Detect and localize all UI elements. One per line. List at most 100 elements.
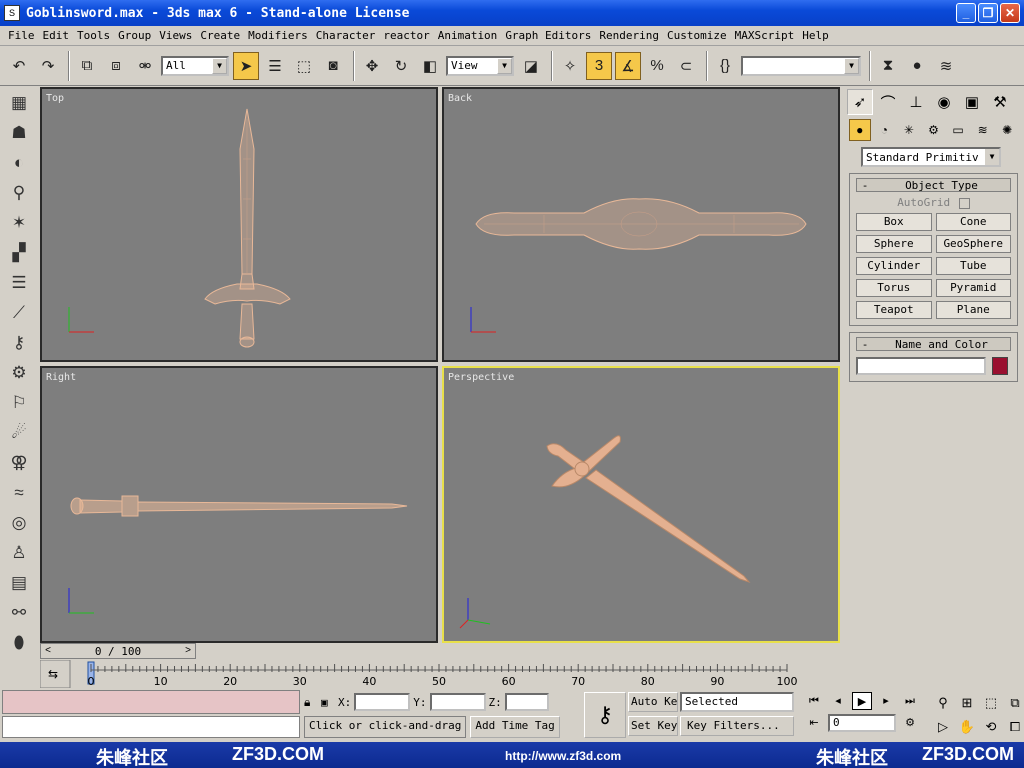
menu-character[interactable]: Character xyxy=(312,29,380,42)
mirror-icon[interactable]: ⧗ xyxy=(875,52,901,80)
sphere-button[interactable]: Sphere xyxy=(856,235,932,253)
menu-modifiers[interactable]: Modifiers xyxy=(244,29,312,42)
lights-sub-icon[interactable]: ✳ xyxy=(898,119,920,141)
percent-snap-icon[interactable]: % xyxy=(644,52,670,80)
geosphere-button[interactable]: GeoSphere xyxy=(935,235,1011,253)
x-coord-field[interactable] xyxy=(354,693,411,711)
chevron-left-icon[interactable]: < xyxy=(41,644,55,658)
checker-icon[interactable]: ▞ xyxy=(4,239,34,267)
select-object-icon[interactable]: ➤ xyxy=(233,51,259,80)
go-to-start-icon[interactable]: ⏮ xyxy=(804,692,824,710)
boot-icon[interactable]: ⬮ xyxy=(4,629,34,657)
menu-animation[interactable]: Animation xyxy=(434,29,502,42)
viewport-back[interactable]: Back xyxy=(442,87,840,362)
autogrid-checkbox[interactable]: AutoGrid xyxy=(856,196,1011,209)
key-mode-toggle-icon[interactable]: ⇤ xyxy=(804,714,824,732)
biped-icon[interactable]: ⚢ xyxy=(4,449,34,477)
box-button[interactable]: Box xyxy=(856,213,932,231)
key-filters-button[interactable]: Key Filters... xyxy=(680,716,794,736)
set-key-button[interactable]: Set Key xyxy=(628,716,678,736)
menu-group[interactable]: Group xyxy=(114,29,155,42)
select-link-icon[interactable]: ⧉ xyxy=(74,52,100,80)
systems-icon[interactable]: ✺ xyxy=(996,119,1018,141)
helpers-icon[interactable]: ▭ xyxy=(947,119,969,141)
utilities-tab-icon[interactable]: ⚒ xyxy=(987,89,1013,115)
align-icon[interactable]: ● xyxy=(904,52,930,80)
snap-toggle-icon[interactable]: 3 xyxy=(586,51,612,80)
maximize-viewport-icon[interactable]: ⧠ xyxy=(1004,716,1024,738)
named-selection-dropdown[interactable]: ▼ xyxy=(741,55,861,76)
character-icon[interactable]: ♙ xyxy=(4,539,34,567)
modify-tab-icon[interactable]: ⌒ xyxy=(875,89,901,115)
zoom-icon[interactable]: ⚲ xyxy=(932,692,954,714)
menu-tools[interactable]: Tools xyxy=(73,29,114,42)
menu-reactor[interactable]: reactor xyxy=(379,29,433,42)
add-time-tag-button[interactable]: Add Time Tag xyxy=(470,716,560,738)
weather-vane-icon[interactable]: ⚐ xyxy=(4,389,34,417)
field-of-view-icon[interactable]: ▷ xyxy=(932,716,954,738)
menu-create[interactable]: Create xyxy=(196,29,244,42)
teapot-button[interactable]: Teapot xyxy=(856,301,932,319)
motion-tab-icon[interactable]: ◉ xyxy=(931,89,957,115)
lock-icon[interactable]: 🔒︎ xyxy=(304,695,318,710)
pyramid-button[interactable]: Pyramid xyxy=(935,279,1011,297)
plane-button[interactable]: Plane xyxy=(935,301,1011,319)
edit-named-selection-icon[interactable]: {} xyxy=(712,52,738,80)
create-tab-icon[interactable]: ➶ xyxy=(847,89,873,115)
geometry-icon[interactable]: ● xyxy=(849,119,871,141)
arc-rotate-icon[interactable]: ⟲ xyxy=(980,716,1002,738)
spring-icon[interactable]: ⚯ xyxy=(4,599,34,627)
restore-button[interactable]: ❐ xyxy=(978,3,998,23)
rotate-icon[interactable]: ↻ xyxy=(388,52,414,80)
menu-maxscript[interactable]: MAXScript xyxy=(731,29,799,42)
viewport-perspective-label[interactable]: Perspective xyxy=(448,372,514,383)
cylinder-button[interactable]: Cylinder xyxy=(856,257,932,275)
object-color-swatch[interactable] xyxy=(992,357,1008,375)
key-mode-dropdown[interactable]: Selected xyxy=(680,692,794,712)
hierarchy-tab-icon[interactable]: ⊥ xyxy=(903,89,929,115)
menu-rendering[interactable]: Rendering xyxy=(595,29,663,42)
layer-manager-icon[interactable]: ≋ xyxy=(933,52,959,80)
track-bar[interactable]: ⇆ 0 10 20 30 40 50 60 70 80 90 100 xyxy=(39,659,840,689)
select-by-name-icon[interactable]: ☰ xyxy=(262,52,288,80)
viewport-right-label[interactable]: Right xyxy=(46,372,76,383)
spinner-snap-icon[interactable]: ⊂ xyxy=(673,52,699,80)
tube-button[interactable]: Tube xyxy=(935,257,1011,275)
rect-region-icon[interactable]: ⬚ xyxy=(291,52,317,80)
selection-filter-dropdown[interactable]: All ▼ xyxy=(161,55,229,76)
reference-coord-dropdown[interactable]: View ▼ xyxy=(446,55,514,76)
next-frame-icon[interactable]: ▸ xyxy=(876,692,896,710)
app-icon[interactable]: S xyxy=(4,5,20,21)
autogrid-box[interactable] xyxy=(958,197,970,209)
undo-icon[interactable]: ↶ xyxy=(6,52,32,80)
wave-icon[interactable]: ≈ xyxy=(4,479,34,507)
viewport-perspective[interactable]: Perspective xyxy=(442,366,840,643)
chevron-right-icon[interactable]: > xyxy=(181,644,195,658)
listener-output[interactable] xyxy=(2,690,300,714)
angle-snap-icon[interactable]: ∡ xyxy=(615,51,641,80)
time-config-icon[interactable]: ⚙ xyxy=(900,714,920,732)
minimize-button[interactable]: _ xyxy=(956,3,976,23)
time-slider[interactable]: < 0 / 100 > xyxy=(40,643,196,659)
display-tab-icon[interactable]: ▣ xyxy=(959,89,985,115)
manipulate-icon[interactable]: ✧ xyxy=(557,52,583,80)
primitive-type-dropdown[interactable]: Standard Primitiv ▼ xyxy=(861,147,1001,167)
particles-icon[interactable]: ✶ xyxy=(4,209,34,237)
menu-edit[interactable]: Edit xyxy=(39,29,74,42)
space-warp-icon[interactable]: ☄ xyxy=(4,419,34,447)
objects-icon[interactable]: ▦ xyxy=(4,89,34,117)
viewport-top[interactable]: Top xyxy=(40,87,438,362)
sphere-icon[interactable]: ◐ xyxy=(4,149,34,177)
cone-button[interactable]: Cone xyxy=(935,213,1011,231)
torus-button[interactable]: Torus xyxy=(856,279,932,297)
listener-input[interactable] xyxy=(2,716,300,738)
y-coord-field[interactable] xyxy=(429,693,486,711)
zoom-extents-icon[interactable]: ⬚ xyxy=(980,692,1002,714)
name-color-header[interactable]: - Name and Color xyxy=(856,337,1011,351)
redo-icon[interactable]: ↷ xyxy=(35,52,61,80)
play-icon[interactable]: ▶ xyxy=(852,692,872,710)
space-warps-icon[interactable]: ≋ xyxy=(972,119,994,141)
object-type-header[interactable]: - Object Type xyxy=(856,178,1011,192)
lights-icon[interactable]: ⚲ xyxy=(4,179,34,207)
window-crossing-icon[interactable]: ◙ xyxy=(320,52,346,80)
